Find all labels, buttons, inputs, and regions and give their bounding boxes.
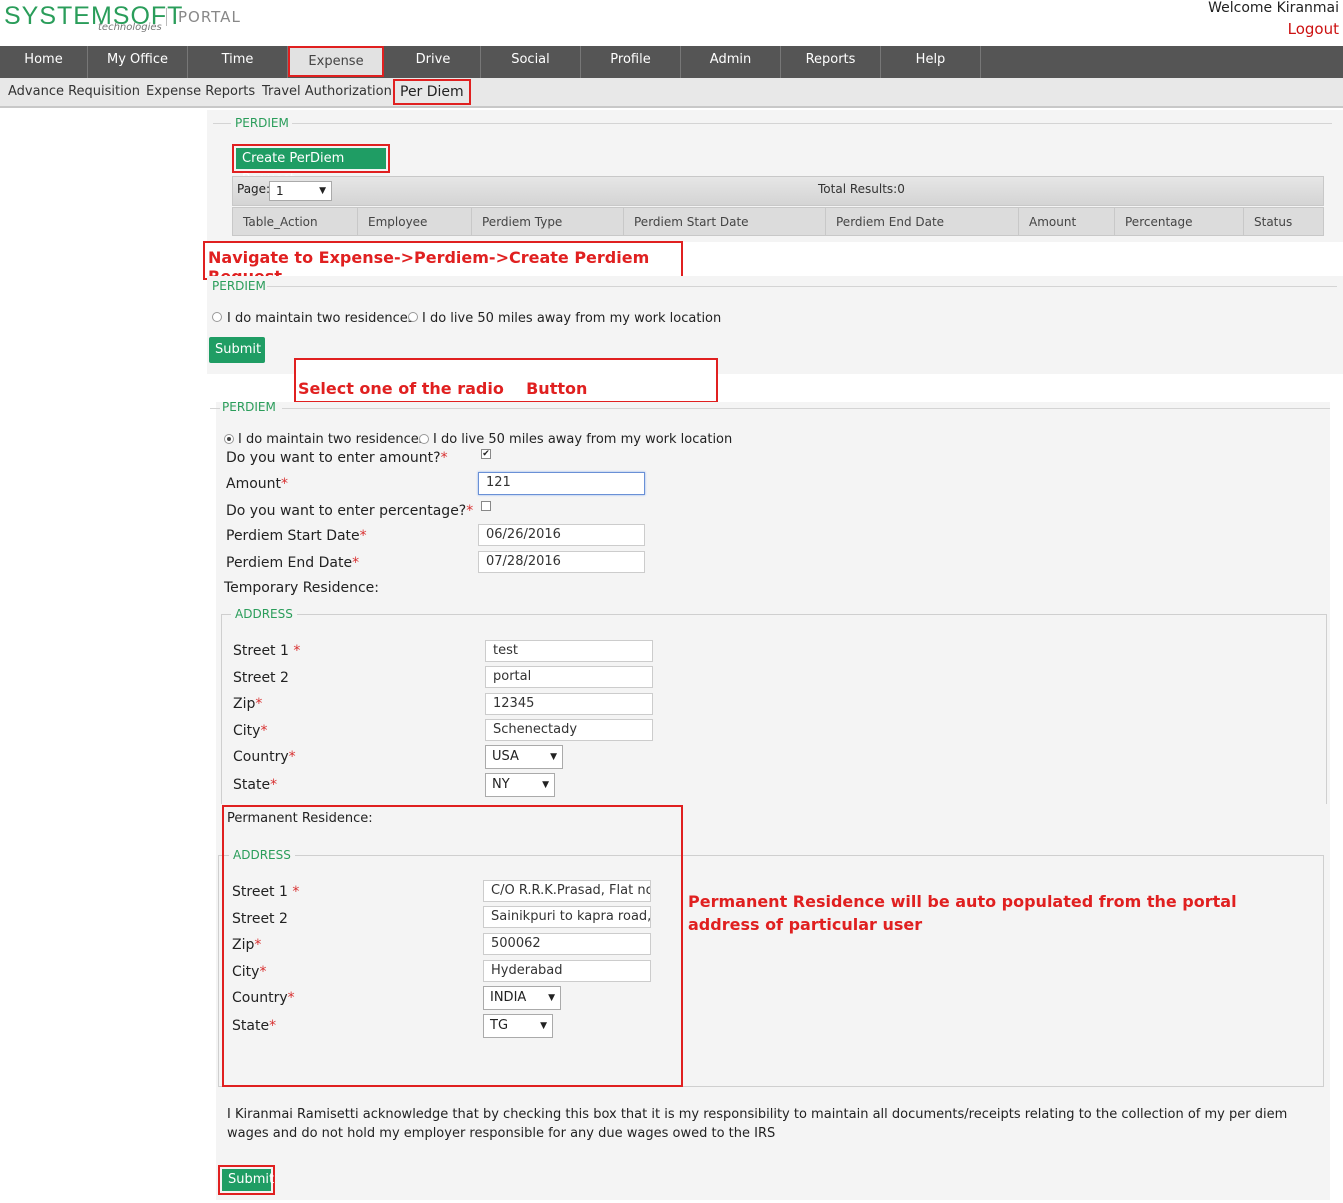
start-date-label: Perdiem Start Date* (226, 528, 367, 544)
temp-street2-input[interactable]: portal (485, 666, 653, 688)
total-results: Total Results:0 (818, 182, 905, 196)
col-start-date[interactable]: Perdiem Start Date (624, 208, 826, 236)
col-perdiem-type[interactable]: Perdiem Type (472, 208, 624, 236)
temp-street2-label: Street 2 (233, 670, 289, 686)
col-employee[interactable]: Employee (358, 208, 472, 236)
temp-state-value: NY (492, 777, 510, 792)
acknowledge-text: I Kiranmai Ramisetti acknowledge that by… (227, 1107, 1288, 1141)
create-request-highlight: Create PerDiem Request (232, 144, 390, 187)
radio-50-miles-label: I do live 50 miles away from my work loc… (422, 311, 722, 326)
nav-help[interactable]: Help (881, 46, 981, 78)
end-date-input[interactable]: 07/28/2016 (478, 551, 645, 573)
create-perdiem-button[interactable]: Create PerDiem Request (236, 148, 386, 187)
welcome-text: Welcome Kiranmai (1208, 0, 1339, 16)
nav-profile[interactable]: Profile (581, 46, 681, 78)
results-table-header: Table_Action Employee Perdiem Type Perdi… (232, 207, 1324, 236)
final-submit-button[interactable]: Submit (222, 1169, 274, 1191)
logout-link[interactable]: Logout (1288, 20, 1339, 38)
temp-zip-label: Zip* (233, 696, 263, 712)
nav-time[interactable]: Time (188, 46, 288, 78)
nav-my-office[interactable]: My Office (88, 46, 188, 78)
navigate-annotation-box: Navigate to Expense->Perdiem->Create Per… (203, 241, 683, 286)
nav-drive[interactable]: Drive (386, 46, 481, 78)
amount-label: Amount* (226, 476, 289, 492)
subnav-advance-requisition[interactable]: Advance Requisition (8, 84, 140, 99)
form-radio-two-residences-label: I do maintain two residences (238, 432, 426, 447)
radio-two-residences[interactable] (212, 311, 222, 326)
sub-nav: Advance Requisition Expense Reports Trav… (0, 78, 1343, 108)
enter-percentage-checkbox[interactable] (481, 501, 491, 511)
col-status[interactable]: Status (1244, 208, 1325, 236)
radio-50-miles[interactable] (408, 311, 418, 326)
chevron-down-icon: ▼ (319, 186, 326, 196)
portal-label: PORTAL (178, 8, 241, 26)
temp-city-label: City* (233, 723, 268, 739)
permanent-annotation: Permanent Residence will be auto populat… (688, 892, 1237, 934)
page-label: Page: (237, 182, 271, 196)
subnav-per-diem[interactable]: Per Diem (393, 79, 471, 105)
subnav-expense-reports[interactable]: Expense Reports (146, 84, 255, 99)
chevron-down-icon: ▼ (550, 752, 557, 762)
nav-admin[interactable]: Admin (681, 46, 781, 78)
logo-subtitle: technologies (98, 22, 162, 33)
pager-bar (232, 176, 1324, 206)
page-select[interactable]: 1 ▼ (269, 181, 332, 201)
permanent-residence-highlight (222, 805, 683, 1087)
temp-city-input[interactable]: Schenectady (485, 719, 653, 741)
temp-street1-input[interactable]: test (485, 640, 653, 662)
col-table-action[interactable]: Table_Action (233, 208, 358, 236)
subnav-travel-authorization[interactable]: Travel Authorization (262, 84, 392, 99)
final-submit-highlight: Submit (218, 1165, 275, 1195)
form-radio-50-miles[interactable] (419, 433, 429, 448)
enter-percentage-label: Do you want to enter percentage?* (226, 503, 474, 519)
main-nav: Home My Office Time Expense Drive Social… (0, 46, 1343, 78)
select-radio-annotation: Select one of the radio Button (298, 379, 588, 398)
col-percentage[interactable]: Percentage (1115, 208, 1244, 236)
col-end-date[interactable]: Perdiem End Date (826, 208, 1019, 236)
nav-reports[interactable]: Reports (781, 46, 881, 78)
temp-country-select[interactable]: USA ▼ (485, 745, 563, 769)
temp-zip-input[interactable]: 12345 (485, 693, 653, 715)
form-legend: PERDIEM (222, 400, 276, 414)
radio-two-residences-label: I do maintain two residences (227, 311, 415, 326)
temp-address-legend: ADDRESS (231, 607, 297, 621)
temp-state-label: State* (233, 777, 278, 793)
select-radio-annotation-box: Select one of the radio Button (294, 358, 718, 403)
temp-address-fieldset (221, 614, 1327, 804)
page-select-value: 1 (276, 184, 284, 198)
chevron-down-icon: ▼ (542, 780, 549, 790)
end-date-label: Perdiem End Date* (226, 555, 360, 571)
temp-country-value: USA (492, 749, 519, 764)
nav-home[interactable]: Home (0, 46, 88, 78)
temp-residence-title: Temporary Residence: (224, 580, 379, 596)
temp-state-select[interactable]: NY ▼ (485, 773, 555, 797)
nav-expense[interactable]: Expense (288, 46, 384, 77)
choice-legend: PERDIEM (212, 279, 266, 293)
temp-street1-label: Street 1 * (233, 643, 301, 659)
enter-amount-label: Do you want to enter amount?* (226, 450, 448, 466)
amount-input[interactable]: 121 (478, 472, 645, 495)
enter-amount-checkbox[interactable]: ✔ (481, 449, 491, 459)
perdiem-legend: PERDIEM (235, 116, 289, 130)
temp-country-label: Country* (233, 749, 296, 765)
form-radio-50-miles-label: I do live 50 miles away from my work loc… (433, 432, 733, 447)
logo-divider (166, 8, 167, 26)
choice-submit-button[interactable]: Submit (209, 337, 265, 363)
col-amount[interactable]: Amount (1019, 208, 1115, 236)
start-date-input[interactable]: 06/26/2016 (478, 524, 645, 546)
nav-social[interactable]: Social (481, 46, 581, 78)
form-radio-two-residences[interactable] (224, 433, 234, 448)
